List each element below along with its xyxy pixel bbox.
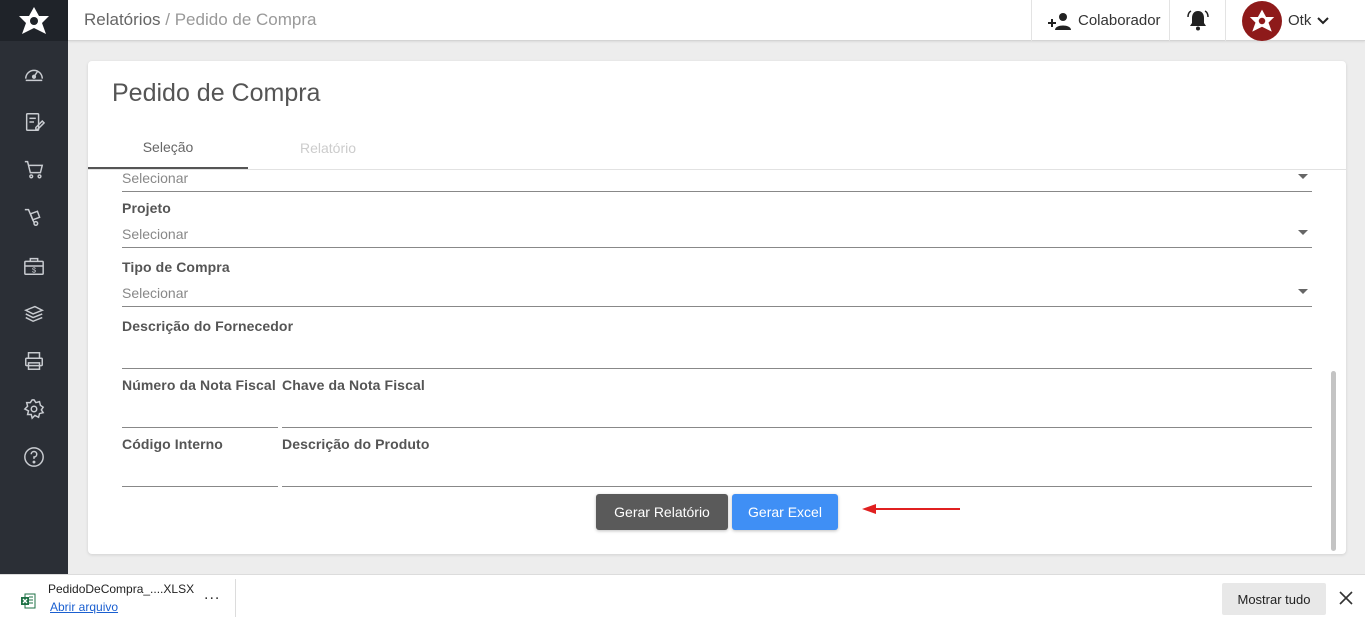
download-file-name: PedidoDeCompra_....XLSX (48, 582, 195, 596)
sidebar-item-settings[interactable] (22, 397, 46, 421)
download-item[interactable]: PedidoDeCompra_....XLSX Abrir arquivo ..… (16, 579, 236, 617)
sidebar: $ (0, 0, 68, 574)
logo-icon (1249, 9, 1275, 32)
projeto-value: Selecionar (122, 226, 189, 242)
download-more-button[interactable]: ... (204, 586, 220, 604)
codigo-interno-label: Código Interno (122, 436, 223, 452)
descricao-fornecedor-label: Descrição do Fornecedor (122, 318, 294, 334)
tipo-compra-value: Selecionar (122, 285, 189, 301)
logo-icon (19, 6, 49, 34)
help-icon (24, 447, 44, 467)
open-file-link[interactable]: Abrir arquivo (50, 600, 118, 614)
money-stack-icon (23, 305, 45, 323)
breadcrumb: Relatórios / Pedido de Compra (84, 10, 316, 30)
add-person-icon (1048, 12, 1071, 30)
breadcrumb-separator: / (160, 10, 175, 29)
descricao-produto-input[interactable] (282, 460, 1312, 487)
report-card: Pedido de Compra Seleção Relatório Selec… (88, 61, 1346, 554)
descricao-fornecedor-field: Descrição do Fornecedor (122, 318, 1312, 370)
logo[interactable] (0, 0, 68, 41)
chave-nota-input[interactable] (282, 401, 1312, 428)
gerar-excel-button[interactable]: Gerar Excel (732, 494, 838, 530)
svg-text:$: $ (32, 265, 36, 274)
numero-nota-label: Número da Nota Fiscal (122, 377, 276, 393)
form-scrollbar[interactable] (1328, 171, 1338, 551)
descricao-fornecedor-input[interactable] (122, 342, 1312, 369)
edit-document-icon (25, 113, 45, 131)
top-header: Relatórios / Pedido de Compra Colaborado… (68, 0, 1365, 41)
descricao-produto-label: Descrição do Produto (282, 436, 430, 452)
chave-nota-label: Chave da Nota Fiscal (282, 377, 425, 393)
tipo-compra-select[interactable]: Selecionar (122, 283, 1312, 307)
user-name: Otk (1288, 12, 1312, 29)
sidebar-item-cart[interactable] (22, 157, 46, 181)
tab-relatorio[interactable]: Relatório (248, 126, 408, 169)
sidebar-item-finance[interactable]: $ (22, 254, 46, 278)
partial-select-field[interactable]: Selecionar (122, 170, 1312, 194)
header-divider (1225, 0, 1226, 41)
sidebar-item-dashboard[interactable] (22, 62, 46, 86)
collaborator-button[interactable]: Colaborador (1048, 0, 1161, 41)
numero-nota-field: Número da Nota Fiscal (122, 377, 278, 429)
avatar (1242, 0, 1282, 41)
codigo-interno-input[interactable] (122, 460, 278, 487)
printer-icon (25, 352, 43, 370)
descricao-produto-field: Descrição do Produto (282, 436, 1312, 488)
sidebar-item-print[interactable] (22, 349, 46, 373)
projeto-label: Projeto (122, 200, 171, 216)
dashboard-icon (25, 69, 43, 82)
chevron-down-icon (1317, 16, 1330, 24)
page-title: Pedido de Compra (112, 79, 321, 107)
partial-select-value: Selecionar (122, 170, 189, 186)
selection-form: Selecionar Projeto Selecionar Tipo de Co… (88, 170, 1346, 554)
scrollbar-thumb[interactable] (1331, 371, 1336, 551)
caret-down-icon (1298, 230, 1308, 235)
breadcrumb-current: Pedido de Compra (174, 10, 317, 29)
chave-nota-field: Chave da Nota Fiscal (282, 377, 1312, 429)
hand-truck-icon (24, 208, 41, 226)
show-all-button[interactable]: Mostrar tudo (1222, 583, 1326, 615)
breadcrumb-parent[interactable]: Relatórios (84, 10, 161, 29)
download-bar: PedidoDeCompra_....XLSX Abrir arquivo ..… (0, 574, 1365, 620)
tab-bar: Seleção Relatório (88, 126, 1346, 170)
collaborator-label: Colaborador (1078, 12, 1161, 29)
header-divider (1031, 0, 1032, 41)
notifications-button[interactable] (1186, 8, 1210, 32)
briefcase-money-icon: $ (24, 257, 44, 275)
tab-selecao[interactable]: Seleção (88, 126, 248, 169)
annotation-arrow-icon (862, 504, 960, 514)
excel-file-icon (21, 593, 36, 609)
gear-icon (23, 399, 45, 420)
tipo-compra-label: Tipo de Compra (122, 259, 230, 275)
close-icon[interactable] (1337, 589, 1355, 607)
sidebar-item-documents[interactable] (22, 110, 46, 134)
tipo-compra-field: Tipo de Compra Selecionar (122, 259, 1312, 311)
sidebar-item-receiving[interactable] (22, 205, 46, 229)
codigo-interno-field: Código Interno (122, 436, 278, 488)
cart-icon (24, 160, 44, 179)
numero-nota-input[interactable] (122, 401, 278, 428)
caret-down-icon (1298, 174, 1308, 179)
partial-select[interactable]: Selecionar (122, 170, 1312, 192)
user-menu[interactable]: Otk (1242, 0, 1330, 41)
caret-down-icon (1298, 289, 1308, 294)
header-divider (1169, 0, 1170, 41)
sidebar-item-help[interactable] (22, 445, 46, 469)
bell-icon (1187, 10, 1209, 31)
projeto-select[interactable]: Selecionar (122, 224, 1312, 248)
sidebar-item-payments[interactable] (22, 301, 46, 325)
gerar-relatorio-button[interactable]: Gerar Relatório (596, 494, 728, 530)
projeto-field: Projeto Selecionar (122, 200, 1312, 252)
